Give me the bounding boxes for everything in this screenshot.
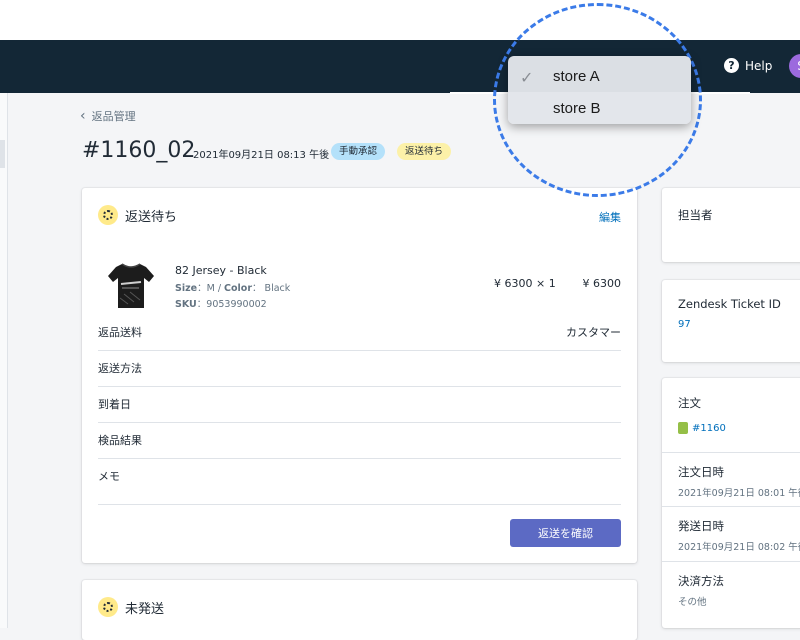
row-value: カスタマー xyxy=(566,326,621,339)
product-name: 82 Jersey - Black xyxy=(175,264,267,277)
help-label: Help xyxy=(745,58,773,73)
product-price-quantity: ¥ 6300 × 1 xyxy=(494,277,556,290)
divider xyxy=(662,561,800,562)
window-top-strip xyxy=(0,0,800,40)
row-label: メモ xyxy=(98,470,120,483)
breadcrumb-label: 返品管理 xyxy=(91,110,136,123)
row-label: 返品送料 xyxy=(98,326,142,339)
left-rail-tab[interactable] xyxy=(0,140,5,168)
card-status-label: 返送待ち xyxy=(125,209,178,225)
product-attributes: Size：M / Color： Black xyxy=(175,283,291,294)
store-option-b[interactable]: store B xyxy=(553,100,601,117)
order-card: 注文 #1160 注文日時 2021年09月21日 08:01 午後 発送日時 … xyxy=(662,378,800,628)
detail-row-return-shipping: 返品送料 カスタマー xyxy=(98,314,621,351)
row-label: 検品結果 xyxy=(98,434,142,447)
order-title: 注文 xyxy=(678,396,701,410)
detail-row-memo: メモ xyxy=(98,458,621,505)
assignee-card: 担当者 xyxy=(662,188,800,262)
store-option-a[interactable]: store A xyxy=(553,68,600,85)
return-detail-card: 返送待ち 編集 82 Jersey - Black Size：M / Color… xyxy=(82,188,637,563)
ship-date-value: 2021年09月21日 08:02 午後 xyxy=(678,542,800,553)
product-line-total: ¥ 6300 xyxy=(582,277,622,290)
order-date-title: 注文日時 xyxy=(678,465,724,479)
ship-date-title: 発送日時 xyxy=(678,519,724,533)
card-status-label: 未発送 xyxy=(125,601,165,617)
zendesk-title: Zendesk Ticket ID xyxy=(678,297,781,311)
status-badge-awaiting-return: 返送待ち xyxy=(397,143,452,160)
pending-status-icon xyxy=(98,597,118,617)
chevron-left-icon: ‹ xyxy=(80,108,86,124)
divider xyxy=(662,506,800,507)
assignee-title: 担当者 xyxy=(678,208,713,222)
jersey-product-image xyxy=(108,263,154,308)
help-button[interactable]: ? Help xyxy=(724,58,772,73)
detail-row-arrival-date: 到着日 xyxy=(98,386,621,423)
help-icon: ? xyxy=(724,58,739,73)
breadcrumb[interactable]: ‹ 返品管理 xyxy=(80,108,136,124)
detail-row-inspection-result: 検品結果 xyxy=(98,422,621,459)
checkmark-icon: ✓ xyxy=(520,68,534,87)
order-date-value: 2021年09月21日 08:01 午後 xyxy=(678,488,800,499)
return-date: 2021年09月21日 08:13 午後 xyxy=(193,150,330,161)
product-sku: SKU：9053990002 xyxy=(175,299,267,310)
row-label: 到着日 xyxy=(98,398,131,411)
row-label: 返送方法 xyxy=(98,362,142,375)
status-badge-manual-approval: 手動承認 xyxy=(331,143,386,160)
detail-row-return-method: 返送方法 xyxy=(98,350,621,387)
edit-link[interactable]: 編集 xyxy=(599,209,621,225)
payment-method-value: その他 xyxy=(678,597,707,608)
zendesk-ticket-link[interactable]: 97 xyxy=(678,319,691,330)
left-rail xyxy=(0,93,8,628)
confirm-return-button[interactable]: 返送を確認 xyxy=(510,519,621,547)
zendesk-card: Zendesk Ticket ID 97 xyxy=(662,280,800,362)
order-link[interactable]: #1160 xyxy=(678,422,726,434)
payment-method-title: 決済方法 xyxy=(678,574,724,588)
divider xyxy=(662,452,800,453)
card-header: 返送待ち xyxy=(98,205,177,225)
card-header: 未発送 xyxy=(98,597,164,617)
page-title: #1160_02 xyxy=(82,138,196,163)
pending-status-icon xyxy=(98,205,118,225)
shopify-bag-icon xyxy=(678,422,688,434)
store-switcher-dropdown[interactable]: ✓ store A store B xyxy=(508,56,691,124)
unshipped-card: 未発送 xyxy=(82,580,637,640)
